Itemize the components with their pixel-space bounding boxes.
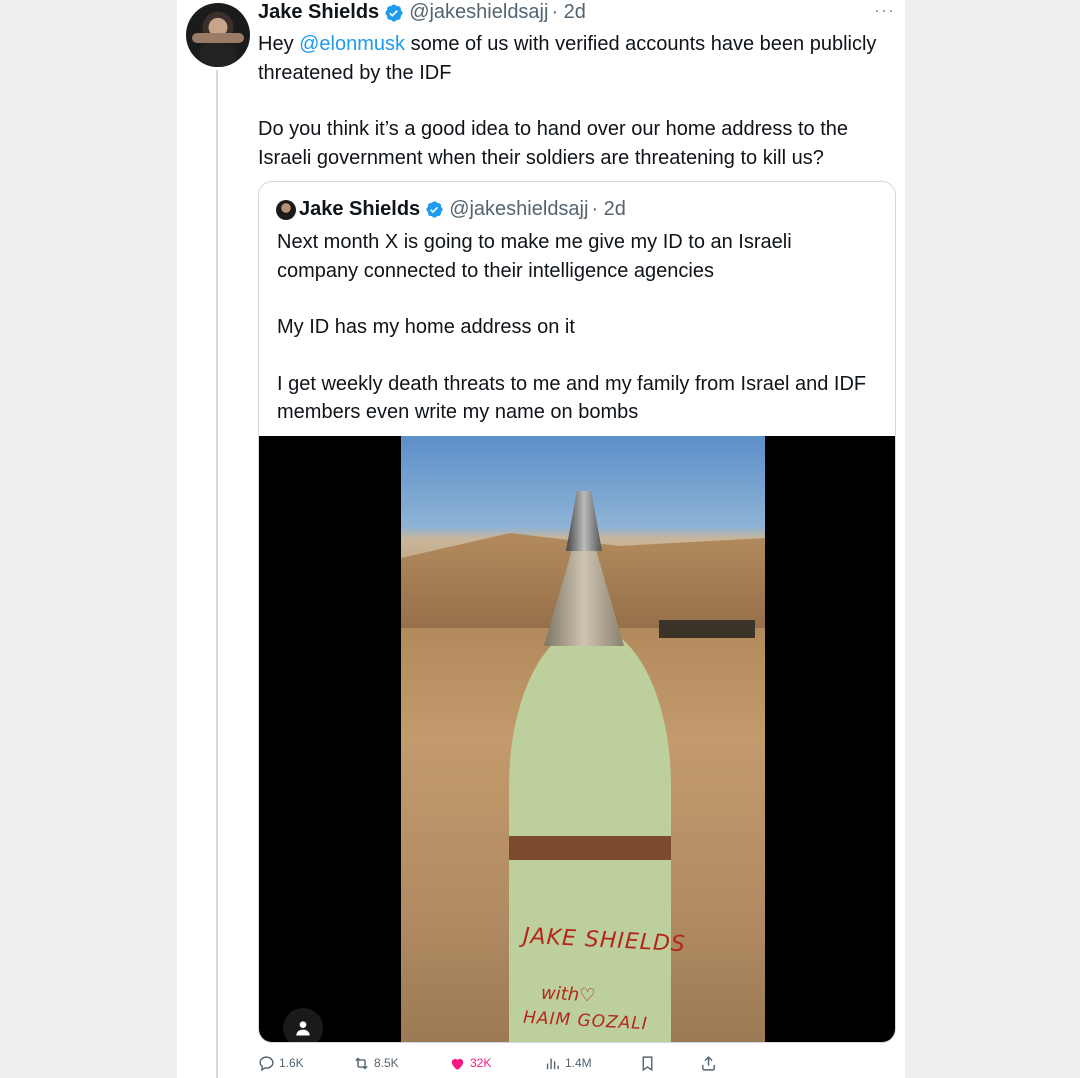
thread-line (216, 70, 218, 1078)
quoted-author-handle: @jakeshieldsajj (449, 198, 589, 220)
handwritten-with: with♡ (540, 982, 596, 1007)
tweet-paragraph: Do you think it’s a good idea to hand ov… (258, 118, 849, 169)
repost-icon (355, 1057, 368, 1069)
heart-icon (451, 1058, 464, 1070)
quoted-paragraph: My ID has my home address on it (277, 316, 575, 338)
views-count: 1.4M (565, 1056, 592, 1070)
tweet-card: Jake Shields @jakeshieldsajj · 2d ··· He… (177, 0, 905, 1078)
views-button[interactable]: 1.4M (544, 1052, 592, 1074)
repost-count: 8.5K (374, 1056, 399, 1070)
quoted-paragraph: Next month X is going to make me give my… (277, 231, 792, 282)
tweet-time[interactable]: · 2d (551, 1, 585, 24)
bookmark-icon (642, 1055, 653, 1071)
repost-button[interactable]: 8.5K (353, 1052, 399, 1074)
verified-badge-icon (385, 3, 403, 22)
share-icon (702, 1055, 715, 1071)
tweet-text: Hey @elonmusk some of us with verified a… (258, 30, 888, 172)
action-bar: 1.6K 8.5K 32K 1.4M (258, 1052, 738, 1074)
like-count: 32K (470, 1056, 492, 1070)
reply-button[interactable]: 1.6K (258, 1052, 304, 1074)
bomb-photo: JAKE SHIELDS with♡ HAIM GOZALI (401, 436, 765, 1042)
shell-body (509, 626, 671, 1042)
author-name[interactable]: Jake Shields (258, 1, 379, 24)
quoted-tweet[interactable]: Jake Shields @jakeshieldsajj · 2d Next m… (258, 181, 896, 1043)
bookmark-button[interactable] (639, 1052, 656, 1074)
quoted-media[interactable]: JAKE SHIELDS with♡ HAIM GOZALI (259, 436, 895, 1042)
share-button[interactable] (700, 1052, 717, 1074)
quoted-tweet-time: · 2d (591, 198, 626, 220)
quoted-paragraph: I get weekly death threats to me and my … (277, 372, 867, 424)
author-handle[interactable]: @jakeshieldsajj (409, 1, 548, 24)
quoted-tweet-text: Next month X is going to make me give my… (277, 228, 877, 427)
mention-link[interactable]: @elonmusk (299, 33, 405, 55)
more-options-icon[interactable]: ··· (874, 0, 895, 21)
quoted-author-name: Jake Shields (299, 198, 421, 220)
reply-icon (259, 1055, 274, 1071)
like-button[interactable]: 32K (449, 1052, 491, 1074)
verified-badge-icon (426, 201, 443, 218)
quoted-tweet-header: Jake Shields @jakeshieldsajj · 2d (276, 198, 626, 221)
author-avatar[interactable] (186, 3, 250, 67)
reply-count: 1.6K (279, 1056, 304, 1070)
person-icon[interactable] (283, 1008, 323, 1042)
quoted-author-avatar (276, 199, 296, 220)
tweet-header: Jake Shields @jakeshieldsajj · 2d (258, 1, 586, 24)
views-icon (546, 1058, 559, 1069)
